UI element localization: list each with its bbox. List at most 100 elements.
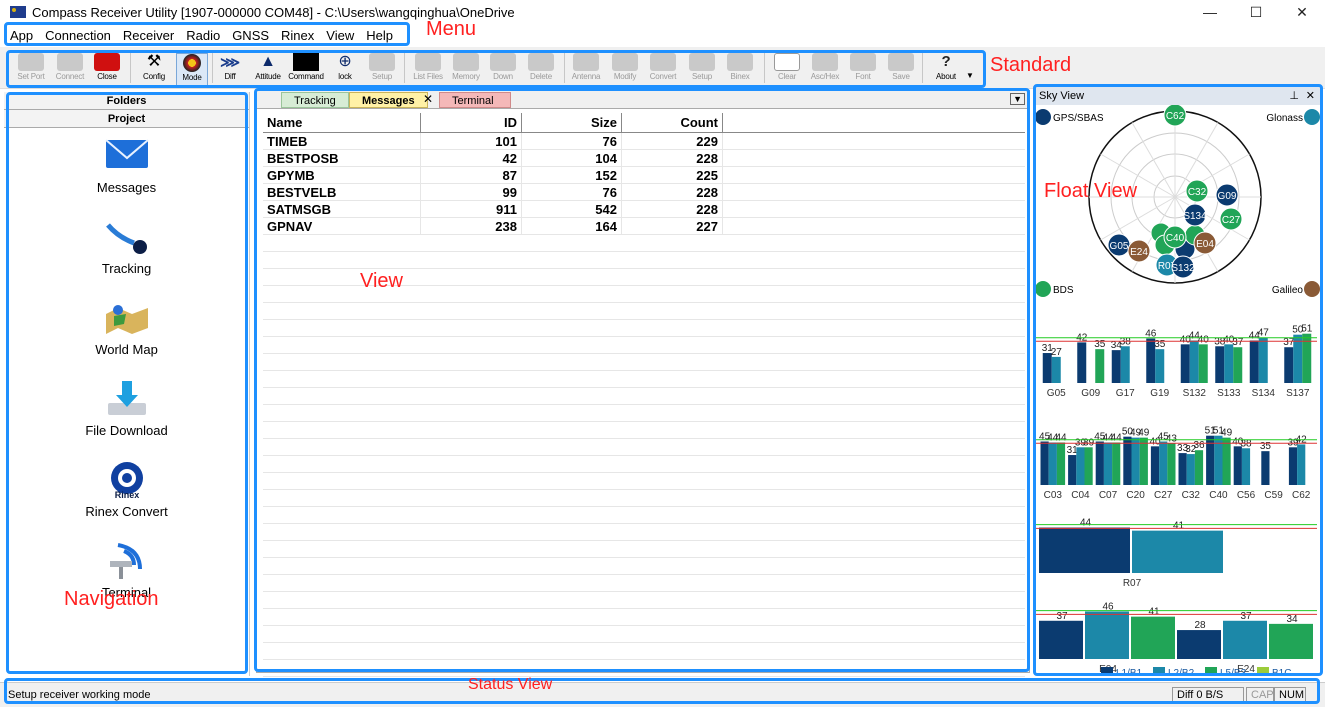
tab-close-icon[interactable]: ✕ [423, 92, 433, 106]
delete-button[interactable]: Delete [524, 53, 558, 87]
close-button[interactable]: Close [90, 53, 124, 87]
nav-item-world-map[interactable]: World Map [4, 298, 249, 371]
toolbar-separator [564, 53, 565, 83]
modify-button[interactable]: Modify [608, 53, 642, 87]
menu-connection[interactable]: Connection [39, 26, 117, 45]
empty-row [263, 558, 1025, 575]
diff-button[interactable]: ⋙ Diff [216, 53, 244, 87]
empty-row [263, 575, 1025, 592]
antenna-button[interactable]: Antenna [568, 53, 604, 87]
empty-row [263, 354, 1025, 371]
pin-icon[interactable]: ⊥ [1289, 87, 1299, 105]
bar-value-label: 34 [1286, 614, 1298, 625]
menu-radio[interactable]: Radio [180, 26, 226, 45]
save-button[interactable]: Save [886, 53, 916, 87]
bar-category-label: C20 [1126, 490, 1145, 501]
toolbar-dropdown-icon[interactable]: ▼ [966, 71, 974, 80]
cell-count: 228 [622, 184, 723, 200]
empty-row [263, 660, 1025, 677]
cell-count: 227 [622, 218, 723, 234]
empty-row [263, 439, 1025, 456]
empty-row [263, 643, 1025, 660]
set-port-button[interactable]: Set Port [12, 53, 50, 87]
binex-button[interactable]: Binex [722, 53, 758, 87]
close-panel-icon[interactable]: ✕ [1306, 87, 1315, 105]
config-button[interactable]: ⚒ Config [138, 53, 170, 87]
lock-button[interactable]: ⊕ lock [330, 53, 360, 87]
column-header-name[interactable]: Name [263, 113, 421, 132]
tab-tracking[interactable]: Tracking [281, 92, 349, 108]
cell-size: 76 [522, 133, 622, 149]
menu-gnss[interactable]: GNSS [226, 26, 275, 45]
empty-row [263, 541, 1025, 558]
column-header-count[interactable]: Count [622, 113, 723, 132]
signal-bar [1233, 446, 1242, 485]
rinex-setup-button[interactable]: Setup [684, 53, 720, 87]
signal-bar [1249, 340, 1259, 383]
nav-item-file-download[interactable]: File Download [4, 379, 249, 452]
connect-button[interactable]: Connect [52, 53, 88, 87]
empty-row [263, 422, 1025, 439]
attitude-button[interactable]: ▲ Attitude [250, 53, 286, 87]
toolbar-separator [212, 53, 213, 83]
tab-messages[interactable]: Messages [349, 92, 428, 108]
signal-bar [1167, 443, 1176, 485]
empty-row [263, 252, 1025, 269]
command-button[interactable]: Command [288, 53, 324, 87]
mode-button[interactable]: Mode [176, 53, 208, 87]
wrench-icon: ⚒ [146, 53, 162, 70]
port-icon [18, 53, 44, 71]
signal-bar [1178, 453, 1187, 485]
tab-terminal[interactable]: Terminal [439, 92, 511, 108]
list-files-button[interactable]: List Files [410, 53, 446, 87]
nav-item-tracking[interactable]: Tracking [4, 217, 249, 290]
menu-view[interactable]: View [320, 26, 360, 45]
satellite-label: C62 [1166, 111, 1185, 122]
nav-label: Tracking [101, 261, 152, 276]
antenna-icon [573, 53, 599, 71]
table-row[interactable]: BESTPOSB 42 104 228 [263, 150, 1025, 167]
table-row[interactable]: GPYMB 87 152 225 [263, 167, 1025, 184]
maximize-icon[interactable]: ☐ [1233, 0, 1279, 24]
column-header-size[interactable]: Size [522, 113, 622, 132]
minimize-icon[interactable]: — [1187, 0, 1233, 24]
down-button[interactable]: Down [488, 53, 518, 87]
signal-bar [1123, 436, 1132, 485]
caps-lock-indicator: CAP [1246, 687, 1274, 704]
setup-button[interactable]: Setup [366, 53, 398, 87]
close-icon[interactable]: ✕ [1279, 0, 1325, 24]
satellite-label: S132 [1171, 263, 1195, 274]
nav-item-rinex-convert[interactable]: Rinex Rinex Convert [4, 460, 249, 533]
clear-button[interactable]: Clear [770, 53, 804, 87]
cell-size: 104 [522, 150, 622, 166]
menu-receiver[interactable]: Receiver [117, 26, 180, 45]
clear-label: Clear [777, 72, 797, 81]
table-row[interactable]: BESTVELB 99 76 228 [263, 184, 1025, 201]
tab-list-dropdown-icon[interactable]: ▼ [1010, 93, 1025, 105]
menu-help[interactable]: Help [360, 26, 399, 45]
signal-bar [1131, 437, 1140, 485]
column-header-id[interactable]: ID [421, 113, 522, 132]
empty-row [263, 235, 1025, 252]
cell-name: SATMSGB [263, 201, 421, 217]
modify-label: Modify [613, 72, 637, 81]
menu-app[interactable]: App [4, 26, 39, 45]
signal-bar [1224, 344, 1234, 383]
asc-hex-button[interactable]: Asc/Hex [806, 53, 844, 87]
bar-category-label: C59 [1264, 490, 1283, 501]
about-button[interactable]: ? About [930, 53, 962, 87]
table-row[interactable]: TIMEB 101 76 229 [263, 133, 1025, 150]
table-row[interactable]: GPNAV 238 164 227 [263, 218, 1025, 235]
table-row[interactable]: SATMSGB 911 542 228 [263, 201, 1025, 218]
nav-item-messages[interactable]: Messages [4, 136, 249, 209]
folders-header[interactable]: Folders [4, 92, 249, 110]
standard-toolbar: Set Port Connect Close ⚒ Config Mode ⋙ Dif… [0, 47, 1325, 89]
convert-button[interactable]: Convert [644, 53, 682, 87]
setup-label: Setup [372, 72, 392, 81]
font-button[interactable]: Font [848, 53, 878, 87]
down-label: Down [493, 72, 513, 81]
table-body: TIMEB 101 76 229 BESTPOSB 42 104 228 GPYMB 87 152 2… [263, 133, 1025, 677]
project-header[interactable]: Project [4, 110, 249, 128]
menu-rinex[interactable]: Rinex [275, 26, 320, 45]
memory-button[interactable]: Memory [448, 53, 484, 87]
